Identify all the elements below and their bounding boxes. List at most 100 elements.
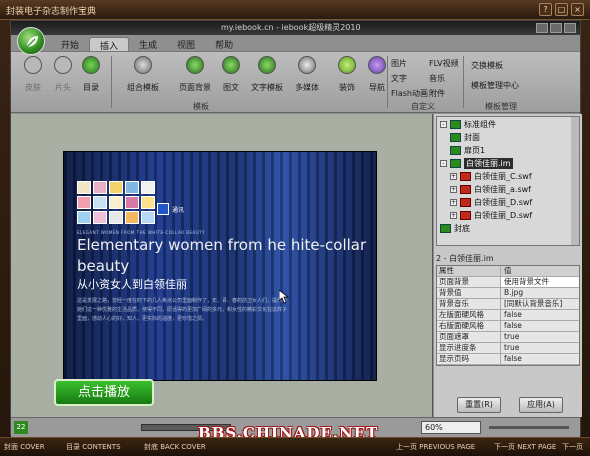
property-row[interactable]: 显示进度条 true: [437, 343, 579, 354]
close-button[interactable]: ×: [571, 3, 584, 16]
tab-view[interactable]: 视图: [167, 37, 205, 51]
tree-expander[interactable]: -: [440, 121, 447, 128]
tree-label: 标准组件: [464, 120, 496, 129]
text-template-label: 文字模板: [251, 83, 283, 92]
outer-window-controls: ? □ ×: [539, 3, 584, 16]
logo-icon: [157, 203, 169, 215]
insert-music-item[interactable]: 音乐: [429, 73, 445, 84]
property-key: 背景音乐: [437, 299, 501, 309]
tree-expander[interactable]: +: [450, 199, 457, 206]
magazine-page[interactable]: 通讯 ELEGANT WOMEN FROM THE WHITE-COLLAR B…: [63, 151, 377, 381]
template-center-item[interactable]: 模板管理中心: [471, 80, 519, 91]
nav-next-page[interactable]: 下一页 NEXT PAGE: [494, 442, 556, 452]
design-canvas[interactable]: 通讯 ELEGANT WOMEN FROM THE WHITE-COLLAR B…: [11, 114, 433, 417]
tab-help[interactable]: 帮助: [205, 37, 243, 51]
property-value[interactable]: true: [501, 343, 579, 353]
insert-text-item[interactable]: 文字: [391, 73, 407, 84]
skin-label: 皮肤: [25, 83, 41, 92]
insert-flv-item[interactable]: FLV视频: [429, 58, 459, 69]
tree-item[interactable]: + 白领佳丽_C.swf: [450, 171, 532, 182]
app-minimize-button[interactable]: [536, 23, 548, 33]
property-key: 背景值: [437, 288, 501, 298]
tree-item[interactable]: 封面: [450, 132, 480, 143]
group-label-template-mgmt: 模板管理: [485, 102, 517, 111]
ribbon-separator: [387, 56, 388, 108]
leaf-icon: [26, 36, 38, 48]
tree-item[interactable]: - 标准组件: [440, 119, 496, 130]
property-row[interactable]: 右版面硬风格 false: [437, 321, 579, 332]
property-row[interactable]: 背景值 B.jpg: [437, 288, 579, 299]
zoom-slider[interactable]: [489, 426, 569, 429]
property-value[interactable]: [同默认背景音乐]: [501, 299, 579, 309]
tree-label: 白领佳丽_D.swf: [474, 211, 533, 220]
zoom-select[interactable]: 60%: [421, 421, 481, 434]
help-button[interactable]: ?: [539, 3, 552, 16]
nav-back-cover[interactable]: 封底 BACK COVER: [144, 442, 206, 452]
swap-template-item[interactable]: 交换模板: [471, 60, 503, 71]
tab-insert[interactable]: 插入: [89, 37, 130, 52]
multimedia-button[interactable]: 多媒体: [287, 56, 327, 93]
nav-cover[interactable]: 封面 COVER: [4, 442, 45, 452]
tree-item-selected[interactable]: - 白领佳丽.im: [440, 158, 513, 169]
page-count-badge: 22: [14, 421, 28, 434]
tab-start[interactable]: 开始: [51, 37, 89, 51]
apply-button[interactable]: 应用(A): [519, 397, 563, 413]
tree-label: 封底: [454, 224, 470, 233]
tree-expander[interactable]: +: [450, 212, 457, 219]
property-key: 显示页码: [437, 354, 501, 364]
tree-label: 白领佳丽_a.swf: [474, 185, 531, 194]
ribbon-tabs: 开始 插入 生成 视图 帮助: [51, 37, 243, 52]
reset-button[interactable]: 重置(R): [457, 397, 501, 413]
property-row[interactable]: 显示页码 false: [437, 354, 579, 365]
tree-item[interactable]: + 白领佳丽_D.swf: [450, 210, 532, 221]
tree-item[interactable]: + 白领佳丽_D.swf: [450, 197, 532, 208]
tree-expander[interactable]: +: [450, 173, 457, 180]
insert-attachment-item[interactable]: 附件: [429, 88, 445, 99]
tree-scrollbar[interactable]: [571, 117, 579, 245]
property-value[interactable]: true: [501, 332, 579, 342]
property-value-select[interactable]: 使用背景文件: [501, 277, 579, 287]
app-maximize-button[interactable]: [550, 23, 562, 33]
outer-title-bar: 封装电子杂志制作宝典 ? □ ×: [0, 0, 590, 20]
tree-item[interactable]: 扉页1: [450, 145, 485, 156]
header-key: 属性: [437, 266, 501, 276]
combo-template-icon: [134, 56, 152, 74]
tab-generate[interactable]: 生成: [129, 37, 167, 51]
nav-previous-page[interactable]: 上一页 PREVIOUS PAGE: [396, 442, 475, 452]
app-menu-orb[interactable]: [17, 27, 45, 55]
property-row[interactable]: 页面背景 使用背景文件: [437, 277, 579, 288]
decoration-label: 装饰: [339, 83, 355, 92]
insert-flash-item[interactable]: Flash动画: [391, 88, 428, 99]
toc-button[interactable]: 目录: [71, 56, 111, 93]
nav-next[interactable]: 下一页: [562, 442, 583, 452]
combo-template-button[interactable]: 组合模板: [123, 56, 163, 93]
image-text-button[interactable]: 图文: [211, 56, 251, 93]
nav-contents[interactable]: 目录 CONTENTS: [66, 442, 121, 452]
property-row[interactable]: 左版面硬风格 false: [437, 310, 579, 321]
property-value[interactable]: false: [501, 310, 579, 320]
insert-image-item[interactable]: 图片: [391, 58, 407, 69]
tree-item[interactable]: + 白领佳丽_a.swf: [450, 184, 531, 195]
app-close-button[interactable]: [564, 23, 576, 33]
property-value[interactable]: false: [501, 354, 579, 364]
chinese-title: 从小资女人到白领佳丽: [77, 278, 187, 291]
page-tree: - 标准组件 封面 扉页1 - 白领佳丽.im + 白领佳丽_C.swf + 白…: [436, 116, 580, 246]
play-button[interactable]: 点击播放: [54, 379, 154, 406]
tree-item[interactable]: 封底: [440, 223, 470, 234]
page-background-button[interactable]: 页面背景: [175, 56, 215, 93]
property-value[interactable]: B.jpg: [501, 288, 579, 298]
mouse-cursor-icon: [279, 290, 289, 304]
skin-icon: [24, 56, 42, 74]
maximize-button[interactable]: □: [555, 3, 568, 16]
tree-expander[interactable]: -: [440, 160, 447, 167]
property-key: 左版面硬风格: [437, 310, 501, 320]
page-icon: [450, 133, 461, 142]
text-template-button[interactable]: 文字模板: [247, 56, 287, 93]
ribbon-separator: [111, 56, 112, 108]
tree-label: 白领佳丽_C.swf: [474, 172, 532, 181]
property-row[interactable]: 页面遮罩 true: [437, 332, 579, 343]
tree-expander[interactable]: +: [450, 186, 457, 193]
property-value[interactable]: false: [501, 321, 579, 331]
property-row[interactable]: 背景音乐 [同默认背景音乐]: [437, 299, 579, 310]
logo-text: 通讯: [172, 207, 185, 214]
